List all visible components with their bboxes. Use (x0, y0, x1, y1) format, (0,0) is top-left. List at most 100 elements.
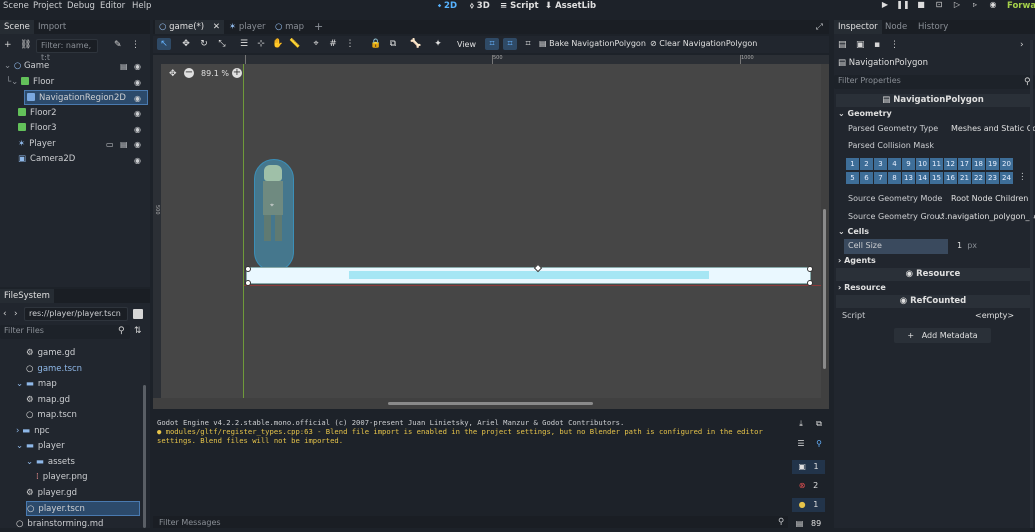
property-filter-input[interactable]: Filter Properties (834, 75, 1035, 89)
clear-output-icon[interactable]: ⤓ (792, 417, 810, 431)
stop-icon[interactable]: ■ (913, 0, 929, 13)
move-mode-icon[interactable]: ✥ (179, 38, 193, 50)
collision-layer-bit[interactable]: 21 (958, 172, 971, 184)
collision-layer-bit[interactable]: 2 (860, 158, 873, 170)
tree-item-navigationregion2d[interactable]: NavigationRegion2D (24, 90, 148, 105)
pivot-icon[interactable]: ⊹ (254, 38, 268, 50)
tree-item-floor[interactable]: └⌄ Floor (6, 75, 54, 90)
canvas-viewport[interactable]: 500 1000 500 ✥ − 89.1 % + ⌖ (153, 55, 829, 409)
new-resource-icon[interactable]: ▤ (838, 40, 847, 50)
load-resource-icon[interactable]: ▣ (856, 40, 865, 50)
script-value[interactable]: <empty> (975, 311, 1014, 320)
file-item[interactable]: ⚙ player.gd (26, 486, 77, 501)
scene-instance-icon[interactable]: ▭ (106, 140, 114, 149)
v-scrollbar[interactable] (823, 209, 826, 369)
nav-add-icon[interactable]: ⌗ (503, 38, 517, 50)
source-geometry-mode-value[interactable]: Root Node Children (951, 194, 1028, 203)
menu-help[interactable]: Help (132, 1, 151, 11)
grid-snap-icon[interactable]: # (326, 38, 340, 50)
script-icon[interactable]: ▤ (120, 62, 128, 71)
section-geometry[interactable]: ⌄ Geometry (838, 109, 892, 118)
file-item[interactable]: ⚙ map.gd (26, 393, 70, 408)
polygon-vertex[interactable] (807, 266, 813, 272)
list-select-icon[interactable]: ☰ (237, 38, 251, 50)
collision-layer-bit[interactable]: 24 (1000, 172, 1013, 184)
tab-inspector[interactable]: Inspector (834, 20, 882, 34)
movie-maker-icon[interactable]: ◉ (985, 0, 1001, 13)
visibility-eye-icon[interactable]: ◉ (134, 125, 141, 134)
filesystem-scrollbar[interactable] (143, 385, 146, 528)
bake-navpoly-button[interactable]: ▤ Bake NavigationPolygon (539, 39, 646, 48)
play-custom-icon[interactable]: ▹ (967, 0, 983, 13)
workspace-assetlib-button[interactable]: ⬇ AssetLib (545, 1, 596, 11)
tab-import[interactable]: Import (34, 20, 70, 34)
warning-filter-button[interactable]: ● 1 (792, 498, 825, 512)
tab-map[interactable]: ○ map (271, 20, 308, 34)
back-icon[interactable]: ‹ (3, 309, 7, 319)
path-field[interactable]: res://player/player.tscn (24, 307, 128, 321)
tree-item-camera2d[interactable]: ▣ Camera2D (18, 152, 75, 167)
parsed-geometry-type-value[interactable]: Meshes and Static Colli (951, 124, 1035, 133)
section-resource[interactable]: › Resource (838, 283, 886, 292)
visibility-eye-icon[interactable]: ◉ (134, 156, 141, 165)
polygon-vertex[interactable] (245, 280, 251, 286)
file-item[interactable]: ⌄ ▬ assets (26, 455, 75, 470)
collision-layer-bit[interactable]: 20 (1000, 158, 1013, 170)
collision-layer-bit[interactable]: 23 (986, 172, 999, 184)
file-item[interactable]: ⚙ game.gd (26, 346, 75, 361)
tab-scene[interactable]: Scene (0, 20, 34, 34)
play-scene-icon[interactable]: ▷ (949, 0, 965, 13)
section-agents[interactable]: › Agents (838, 256, 876, 265)
menu-scene[interactable]: Scene (3, 1, 29, 11)
collision-layer-bit[interactable]: 1 (846, 158, 859, 170)
copy-output-icon[interactable]: ⧉ (810, 417, 828, 431)
collision-layer-bit[interactable]: 13 (902, 172, 915, 184)
scene-filter-input[interactable]: Filter: name, t:t (36, 39, 98, 62)
tab-player[interactable]: ✶ player (225, 20, 270, 34)
tab-history[interactable]: History (914, 20, 952, 34)
tab-filesystem[interactable]: FileSystem (0, 289, 54, 303)
tree-item-game[interactable]: ⌄ ○ Game (4, 59, 49, 74)
collision-layer-bit[interactable]: 14 (916, 172, 929, 184)
smart-snap-icon[interactable]: ⌖ (309, 38, 323, 50)
file-item[interactable]: ○ game.tscn (26, 362, 82, 377)
nav-remove-icon[interactable]: ⌗ (521, 38, 535, 50)
more-icon[interactable]: ⋮ (131, 40, 140, 50)
zoom-out-icon[interactable]: − (184, 68, 194, 78)
visibility-eye-icon[interactable]: ◉ (134, 94, 141, 103)
message-filter-button[interactable]: ▤ 89 (792, 517, 825, 531)
pause-icon[interactable]: ❚❚ (895, 0, 911, 13)
collision-layer-bit[interactable]: 11 (930, 158, 943, 170)
visibility-eye-icon[interactable]: ◉ (134, 109, 141, 118)
menu-debug[interactable]: Debug (67, 1, 95, 11)
lock-icon[interactable]: 🔒 (369, 38, 383, 50)
h-scrollbar[interactable] (388, 402, 593, 405)
file-item[interactable]: ○ player.tscn (26, 501, 140, 516)
bone-icon[interactable]: 🦴 (409, 38, 423, 50)
forward-icon[interactable]: › (14, 309, 18, 319)
collision-layer-bit[interactable]: 10 (916, 158, 929, 170)
zoom-in-icon[interactable]: + (232, 68, 242, 78)
file-item[interactable]: ○ brainstorming.md (16, 517, 103, 532)
visibility-eye-icon[interactable]: ◉ (134, 140, 141, 149)
collision-layer-bit[interactable]: 15 (930, 172, 943, 184)
log-filter-button[interactable]: ▣ 1 (792, 460, 825, 474)
file-item[interactable]: ⌄ ▬ map (16, 377, 57, 392)
collision-layer-bit[interactable]: 17 (958, 158, 971, 170)
more-icon[interactable]: ⋮ (1018, 172, 1027, 182)
ruler-icon[interactable]: 📏 (288, 38, 302, 50)
output-filter-input[interactable]: Filter Messages (159, 518, 221, 527)
collision-layer-bit[interactable]: 16 (944, 172, 957, 184)
file-item[interactable]: ⁞ player.png (36, 470, 88, 485)
snap-options-icon[interactable]: ⋮ (343, 38, 357, 50)
sort-icon[interactable]: ⇅ (134, 326, 142, 336)
add-tab-icon[interactable]: + (310, 20, 327, 34)
palette-icon[interactable]: ✦ (431, 38, 445, 50)
visibility-eye-icon[interactable]: ◉ (134, 62, 141, 71)
link-icon[interactable]: ⛓ (20, 40, 31, 50)
collision-layer-bit[interactable]: 12 (944, 158, 957, 170)
add-node-icon[interactable]: + (4, 40, 12, 50)
tab-game[interactable]: ○ game(*) ✕ (155, 20, 224, 34)
tree-item-player[interactable]: ✶ Player (18, 137, 56, 152)
history-forward-icon[interactable]: › (1020, 40, 1024, 50)
